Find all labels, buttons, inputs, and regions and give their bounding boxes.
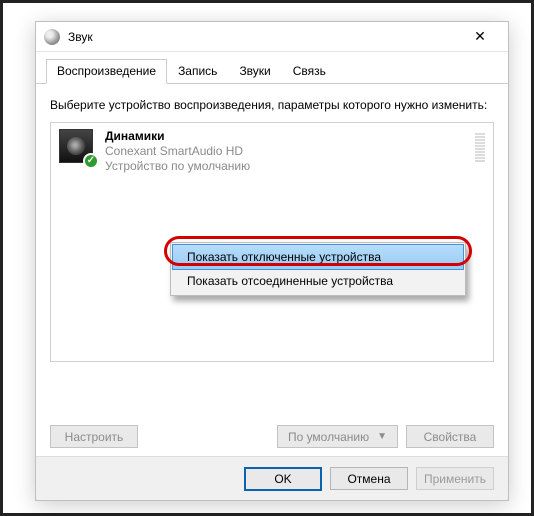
tabstrip: Воспроизведение Запись Звуки Связь [36, 52, 508, 84]
device-driver: Conexant SmartAudio HD [105, 144, 250, 159]
ok-button[interactable]: OK [244, 467, 322, 491]
instruction-text: Выберите устройство воспроизведения, пар… [50, 98, 494, 114]
tab-sounds[interactable]: Звуки [228, 59, 281, 84]
menu-show-disabled[interactable]: Показать отключенные устройства [172, 244, 464, 270]
level-meter-icon [475, 133, 485, 162]
device-name: Динамики [105, 129, 250, 144]
apply-button[interactable]: Применить [416, 467, 494, 490]
configure-label: Настроить [65, 430, 124, 444]
chevron-down-icon: ▼ [377, 431, 387, 442]
properties-button[interactable]: Свойства [406, 425, 494, 448]
context-menu: Показать отключенные устройства Показать… [170, 242, 466, 296]
window-title: Звук [68, 30, 460, 44]
menu-show-disabled-label: Показать отключенные устройства [187, 250, 381, 264]
device-buttons-row: Настроить По умолчанию ▼ Свойства [50, 425, 494, 448]
set-default-button[interactable]: По умолчанию ▼ [277, 425, 398, 448]
default-check-icon: ✓ [83, 153, 99, 169]
cancel-label: Отмена [347, 472, 390, 486]
dialog-buttons: OK Отмена Применить [36, 456, 508, 500]
cancel-button[interactable]: Отмена [330, 467, 408, 490]
apply-label: Применить [424, 472, 486, 486]
close-button[interactable]: ✕ [460, 23, 500, 51]
ok-label: OK [274, 472, 291, 486]
menu-show-disconnected[interactable]: Показать отсоединенные устройства [173, 269, 463, 293]
tab-recording[interactable]: Запись [167, 59, 228, 84]
tab-playback[interactable]: Воспроизведение [46, 59, 167, 84]
device-status: Устройство по умолчанию [105, 159, 250, 174]
device-text: Динамики Conexant SmartAudio HD Устройст… [105, 129, 250, 174]
set-default-label: По умолчанию [288, 430, 369, 444]
speaker-icon: ✓ [59, 129, 95, 165]
configure-button[interactable]: Настроить [50, 425, 138, 448]
sound-dialog: Звук ✕ Воспроизведение Запись Звуки Связ… [35, 21, 509, 501]
menu-show-disconnected-label: Показать отсоединенные устройства [187, 274, 393, 288]
properties-label: Свойства [424, 430, 477, 444]
titlebar: Звук ✕ [36, 22, 508, 52]
sound-icon [44, 29, 60, 45]
tab-communications[interactable]: Связь [282, 59, 337, 84]
device-item-speakers[interactable]: ✓ Динамики Conexant SmartAudio HD Устрой… [51, 123, 493, 180]
